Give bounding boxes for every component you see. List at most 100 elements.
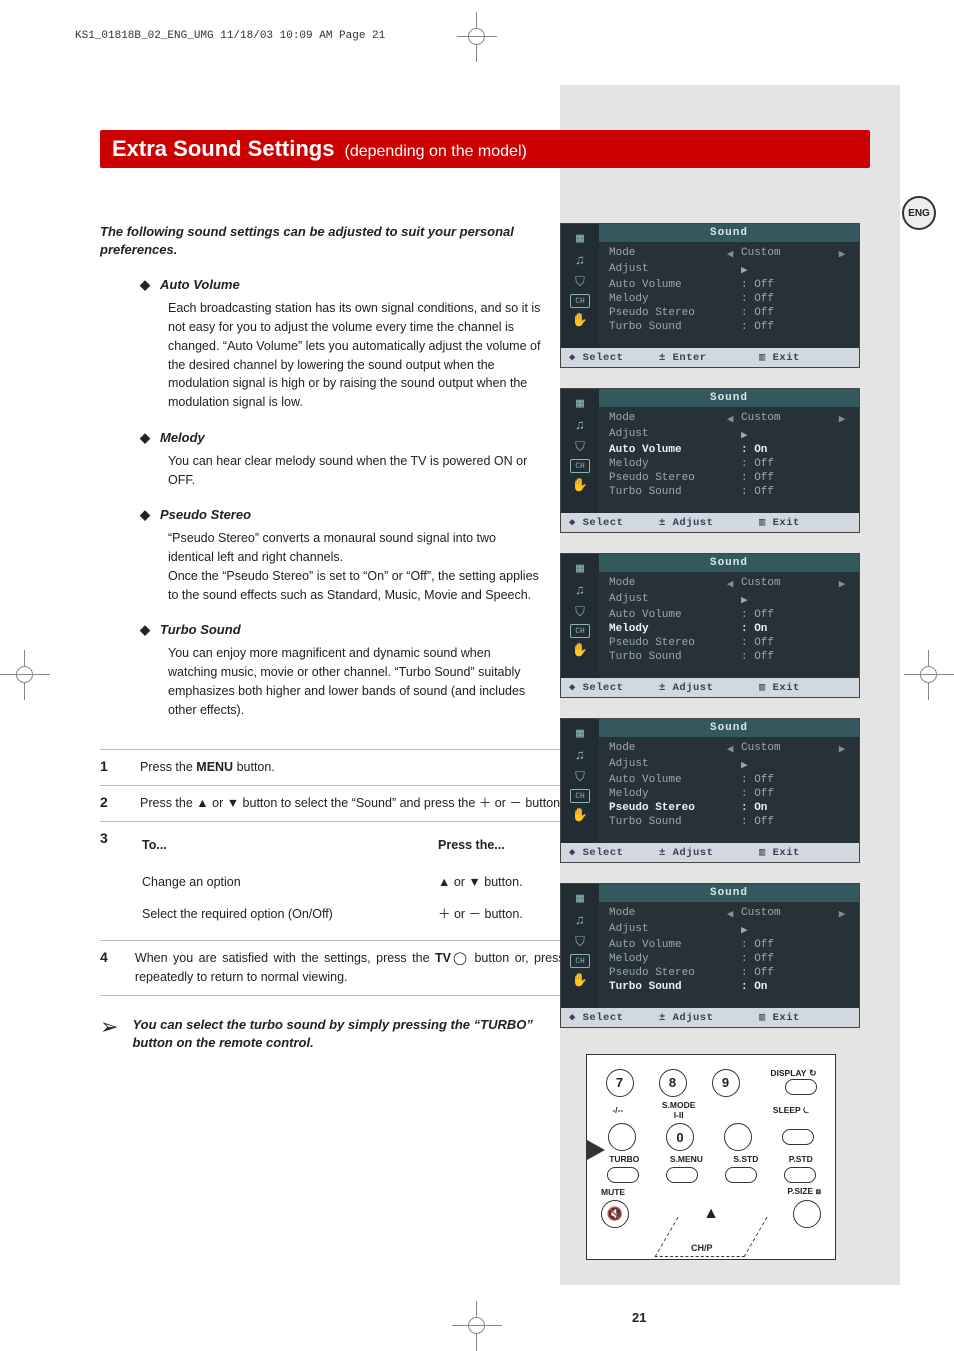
osd-title: Sound — [599, 719, 859, 737]
section-pseudo-stereo: ◆ Pseudo Stereo “Pseudo Stereo” converts… — [100, 507, 542, 604]
remote-digit-9: 9 — [712, 1069, 740, 1097]
section-auto-volume: ◆ Auto Volume Each broadcasting station … — [100, 277, 542, 412]
right-arrow-icon — [835, 458, 849, 470]
right-arrow-icon — [835, 651, 849, 663]
osd-side-icon: ▦ — [567, 723, 593, 743]
osd-row-label: Mode — [609, 247, 719, 261]
osd-menu-row: Auto Volume: Off — [599, 278, 859, 292]
osd-row-value: : Off — [741, 953, 831, 965]
osd-hint-exit: ▥ Exit — [759, 516, 851, 529]
osd-side-icon: ♫ — [567, 250, 593, 270]
remote-label-dash: -/-- — [612, 1105, 623, 1115]
osd-side-icon: ♫ — [567, 580, 593, 600]
right-arrow-icon — [835, 593, 849, 607]
osd-row-label: Auto Volume — [609, 609, 719, 621]
note-block: ➢ You can select the turbo sound by simp… — [100, 1016, 560, 1052]
left-arrow-icon — [723, 923, 737, 937]
osd-side-icon: ▦ — [567, 888, 593, 908]
osd-row-value: : Off — [741, 293, 831, 305]
osd-row-label: Turbo Sound — [609, 321, 719, 333]
print-header: KS1_01818B_02_ENG_UMG 11/18/03 10:09 AM … — [75, 30, 385, 42]
osd-menu-row: Turbo Sound: Off — [599, 320, 859, 334]
note-arrow-icon: ➢ — [100, 1016, 118, 1038]
right-arrow-icon — [835, 637, 849, 649]
osd-footer: ◆ Select± Adjust▥ Exit — [561, 678, 859, 697]
right-arrow-icon — [835, 307, 849, 319]
osd-hint-select: ◆ Select — [569, 351, 659, 364]
osd-menu-row: Mode◀Custom▶ — [599, 576, 859, 592]
osd-row-value: : Off — [741, 967, 831, 979]
osd-row-label: Pseudo Stereo — [609, 967, 719, 979]
osd-hint-select: ◆ Select — [569, 681, 659, 694]
osd-menu-row: Pseudo Stereo: Off — [599, 636, 859, 650]
intro-text: The following sound settings can be adju… — [100, 223, 520, 259]
osd-hint-middle: ± Adjust — [659, 846, 759, 859]
step-number: 3 — [100, 830, 120, 932]
crop-mark-top — [462, 22, 492, 52]
osd-row-label: Turbo Sound — [609, 651, 719, 663]
osd-menu-row: Turbo Sound: On — [599, 980, 859, 994]
osd-column: ▦♫⛉CH✋SoundMode◀Custom▶Adjust▶Auto Volum… — [560, 223, 862, 1260]
osd-row-value: Custom — [741, 907, 831, 921]
bullet-diamond-icon: ◆ — [140, 277, 150, 293]
left-arrow-icon — [723, 428, 737, 442]
osd-row-label: Pseudo Stereo — [609, 307, 719, 319]
left-arrow-icon — [723, 788, 737, 800]
osd-sidebar: ▦♫⛉CH✋ — [561, 719, 599, 843]
osd-row-label: Melody — [609, 623, 719, 635]
left-arrow-icon — [723, 637, 737, 649]
osd-row-label: Auto Volume — [609, 774, 719, 786]
left-arrow-icon — [723, 486, 737, 498]
osd-row-value: : Off — [741, 774, 831, 786]
osd-menu-row: Melody: On — [599, 622, 859, 636]
section-body: Each broadcasting station has its own si… — [168, 299, 542, 412]
osd-menu-row: Pseudo Stereo: On — [599, 801, 859, 815]
osd-row-label: Turbo Sound — [609, 486, 719, 498]
remote-label-mute: MUTE — [601, 1187, 625, 1197]
right-arrow-icon: ▶ — [835, 412, 849, 426]
osd-hint-exit: ▥ Exit — [759, 351, 851, 364]
osd-row-value: ▶ — [741, 263, 831, 277]
osd-footer: ◆ Select± Adjust▥ Exit — [561, 1008, 859, 1027]
osd-side-icon: ▦ — [567, 393, 593, 413]
left-arrow-icon — [723, 472, 737, 484]
right-arrow-icon — [835, 923, 849, 937]
osd-side-icon: ✋ — [567, 970, 593, 990]
osd-menu-row: Pseudo Stereo: Off — [599, 306, 859, 320]
osd-row-label: Adjust — [609, 263, 719, 277]
osd-row-value: ▶ — [741, 758, 831, 772]
left-arrow-icon — [723, 458, 737, 470]
right-arrow-icon — [835, 293, 849, 305]
remote-display-button — [785, 1079, 817, 1095]
osd-sidebar: ▦♫⛉CH✋ — [561, 389, 599, 513]
osd-row-label: Melody — [609, 953, 719, 965]
remote-turbo-button[interactable] — [607, 1167, 639, 1183]
right-arrow-icon: ▶ — [835, 247, 849, 261]
step-text: Press the MENU button. — [140, 758, 275, 777]
osd-menu-row: Turbo Sound: Off — [599, 815, 859, 829]
crop-mark-bottom — [462, 1311, 492, 1341]
remote-smode-button — [724, 1123, 752, 1151]
section-heading: Auto Volume — [160, 277, 240, 293]
osd-row-label: Auto Volume — [609, 939, 719, 951]
left-arrow-icon — [723, 967, 737, 979]
remote-label-sstd: S.STD — [733, 1154, 758, 1164]
osd-title: Sound — [599, 389, 859, 407]
osd-menu-row: Auto Volume : Off — [599, 938, 859, 952]
osd-screenshot: ▦♫⛉CH✋SoundMode◀Custom▶Adjust▶Auto Volum… — [560, 388, 860, 533]
left-arrow-icon — [723, 321, 737, 333]
left-arrow-icon — [723, 802, 737, 814]
osd-row-label: Adjust — [609, 923, 719, 937]
osd-row-value: : Off — [741, 486, 831, 498]
osd-row-value: : Off — [741, 939, 831, 951]
section-heading: Melody — [160, 430, 205, 446]
osd-menu-row: Pseudo Stereo: Off — [599, 471, 859, 485]
bullet-diamond-icon: ◆ — [140, 622, 150, 638]
osd-side-icon: CH — [570, 789, 590, 803]
right-arrow-icon — [835, 758, 849, 772]
osd-side-icon: ⛉ — [567, 272, 593, 292]
section-turbo-sound: ◆ Turbo Sound You can enjoy more magnifi… — [100, 622, 542, 719]
remote-label-pip: I-II — [674, 1110, 684, 1120]
osd-row-value: : Off — [741, 609, 831, 621]
right-arrow-icon — [835, 472, 849, 484]
